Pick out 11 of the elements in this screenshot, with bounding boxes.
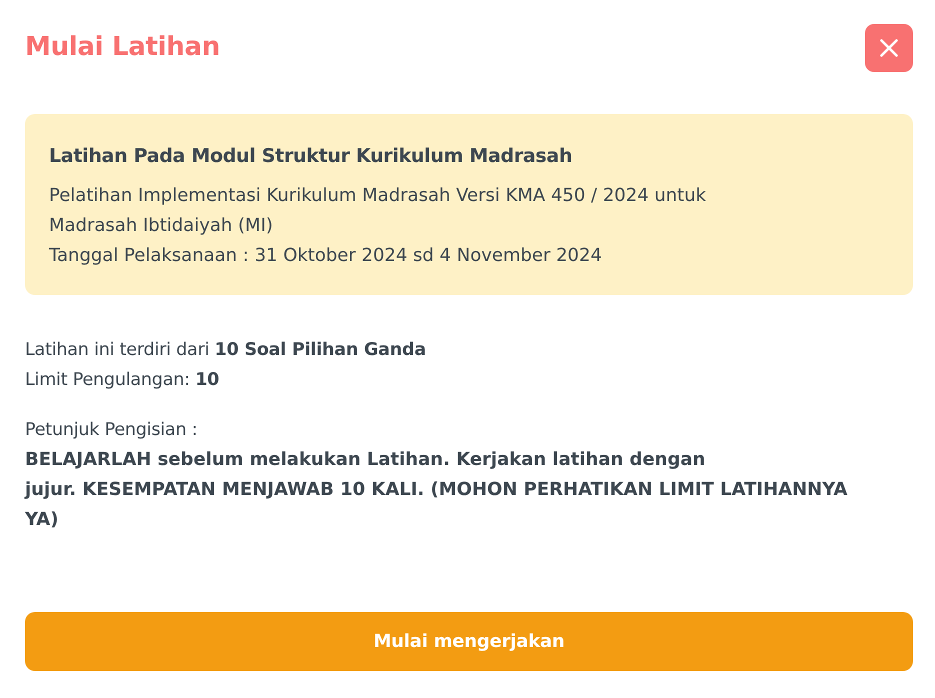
summary-text: Limit Pengulangan: 10 (25, 369, 220, 392)
instructions-label: Petunjuk Pengisian : (25, 419, 198, 442)
instructions-text: BELAJARLAH sebelum melakukan Latihan. Kerjakan latihan dengan jujur. KESEMPATAN MENJAWAB 10 KALI. (MOHON PERHATIKAN LIMIT LATIHANNYA YA) (25, 448, 848, 532)
close-button[interactable] (865, 24, 913, 72)
info-card-title: Latihan Pada Modul Struktur Kurikulum Madrasah (49, 144, 574, 169)
info-card-text: Tanggal Pelaksanaan : 31 Oktober 2024 sd 4 November 2024 (49, 244, 603, 268)
summary-text: Latihan ini terdiri dari 10 Soal Pilihan Ganda (25, 339, 427, 362)
info-card-text: Pelatihan Implementasi Kurikulum Madrasah Versi KMA 450 / 2024 untuk Madrasah Ibtidaiyah (MI) (49, 184, 708, 238)
start-button[interactable]: Mulai mengerjakan (25, 612, 913, 671)
close-icon (880, 39, 898, 57)
dialog-title: Mulai Latihan (25, 32, 220, 64)
